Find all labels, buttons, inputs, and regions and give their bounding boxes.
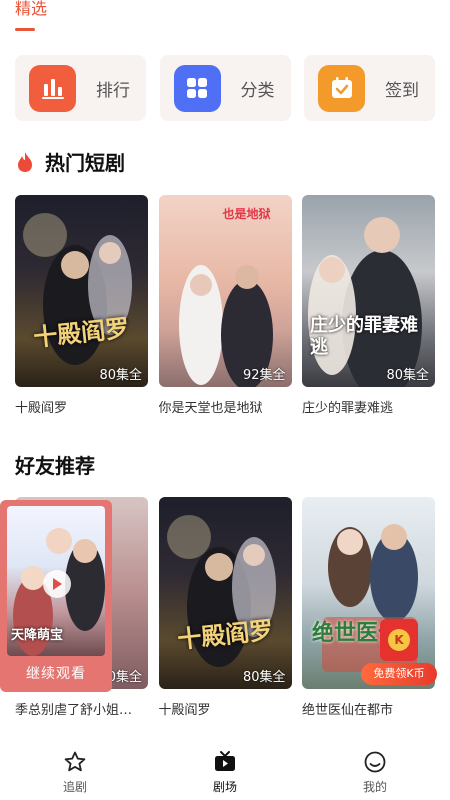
ranking-label: 排行 [96,80,130,101]
nav-follow[interactable]: 追剧 [35,750,115,795]
hot-list: 十殿阎罗 80集全 十殿阎罗 也是地狱 92集全 你是天堂也是地狱 庄少的罪妻难… [15,195,435,416]
drama-title: 绝世医仙在都市 [302,703,394,718]
flame-icon [18,151,32,172]
quick-actions: 排行 分类 签到 [15,55,435,121]
play-icon[interactable] [43,570,71,598]
episode-badge: 92集全 [242,368,286,383]
drama-cover: 十殿阎罗 80集全 [158,497,292,689]
drama-cover: 十殿阎罗 80集全 [15,195,148,387]
drama-cover: 绝世医仙 [302,497,435,689]
category-label: 分类 [240,80,275,101]
drama-title: 庄少的罪妻难逃 [302,401,394,416]
profile-icon [364,751,386,772]
drama-cover: 也是地狱 92集全 [158,195,292,387]
drama-card-hot-2[interactable]: 也是地狱 92集全 你是天堂也是地狱 [158,195,292,416]
cover-art [322,524,418,672]
cover-title: 庄少的罪妻难逃 [310,315,418,358]
k-coin-icon: K [388,629,410,651]
cover-title: 也是地狱 [222,207,271,221]
drama-title: 季总别虐了舒小姐… [15,703,133,718]
episode-badge: 80集全 [242,670,286,685]
category-button[interactable]: 分类 [159,55,291,121]
red-envelope-icon[interactable]: K [380,619,418,661]
drama-cover: 庄少的罪妻难逃 80集全 [302,195,435,387]
nav-theater[interactable]: 剧场 [185,750,265,795]
tab-featured-label: 精选 [15,0,48,18]
nav-profile[interactable]: 我的 [335,750,415,795]
friends-section-title: 好友推荐 [15,450,95,479]
drama-title: 十殿阎罗 [15,401,68,416]
episode-badge: 80集全 [99,368,142,383]
tab-underline [15,28,35,31]
cover-art [23,213,132,365]
nav-follow-label: 追剧 [62,779,87,794]
continue-thumbnail: 天降萌宝 [7,506,105,656]
checkin-button[interactable]: 签到 [304,55,435,121]
tv-icon [215,750,235,771]
nav-profile-label: 我的 [362,779,387,794]
checkin-label: 签到 [385,80,419,101]
continue-watching-panel[interactable]: 天降萌宝 继续观看 [0,500,112,692]
category-grid-icon [173,64,221,112]
friends-section-label: 好友推荐 [15,454,95,478]
drama-card-friend-2[interactable]: 十殿阎罗 80集全 十殿阎罗 [158,497,292,718]
episode-badge: 80集全 [386,368,429,383]
drama-title: 你是天堂也是地狱 [158,401,263,416]
drama-card-hot-3[interactable]: 庄少的罪妻难逃 80集全 庄少的罪妻难逃 [302,195,435,416]
tab-featured[interactable]: 精选 [15,0,47,31]
calendar-check-icon [318,64,365,112]
hot-section-label: 热门短剧 [45,151,125,175]
continue-watching-label: 继续观看 [26,666,86,682]
star-icon [64,751,86,771]
free-coin-button[interactable]: 免费领K币 [361,663,437,685]
cover-art [166,515,276,667]
ranking-button[interactable]: 排行 [15,55,146,121]
drama-title: 十殿阎罗 [158,703,211,718]
ranking-chart-icon [29,64,76,112]
hot-section-title: 热门短剧 [15,147,125,176]
drama-card-hot-1[interactable]: 十殿阎罗 80集全 十殿阎罗 [15,195,148,416]
nav-theater-label: 剧场 [212,779,237,794]
cover-art [178,265,273,387]
bottom-nav: 追剧 剧场 我的 [0,744,450,800]
cover-title: 天降萌宝 [11,628,64,643]
